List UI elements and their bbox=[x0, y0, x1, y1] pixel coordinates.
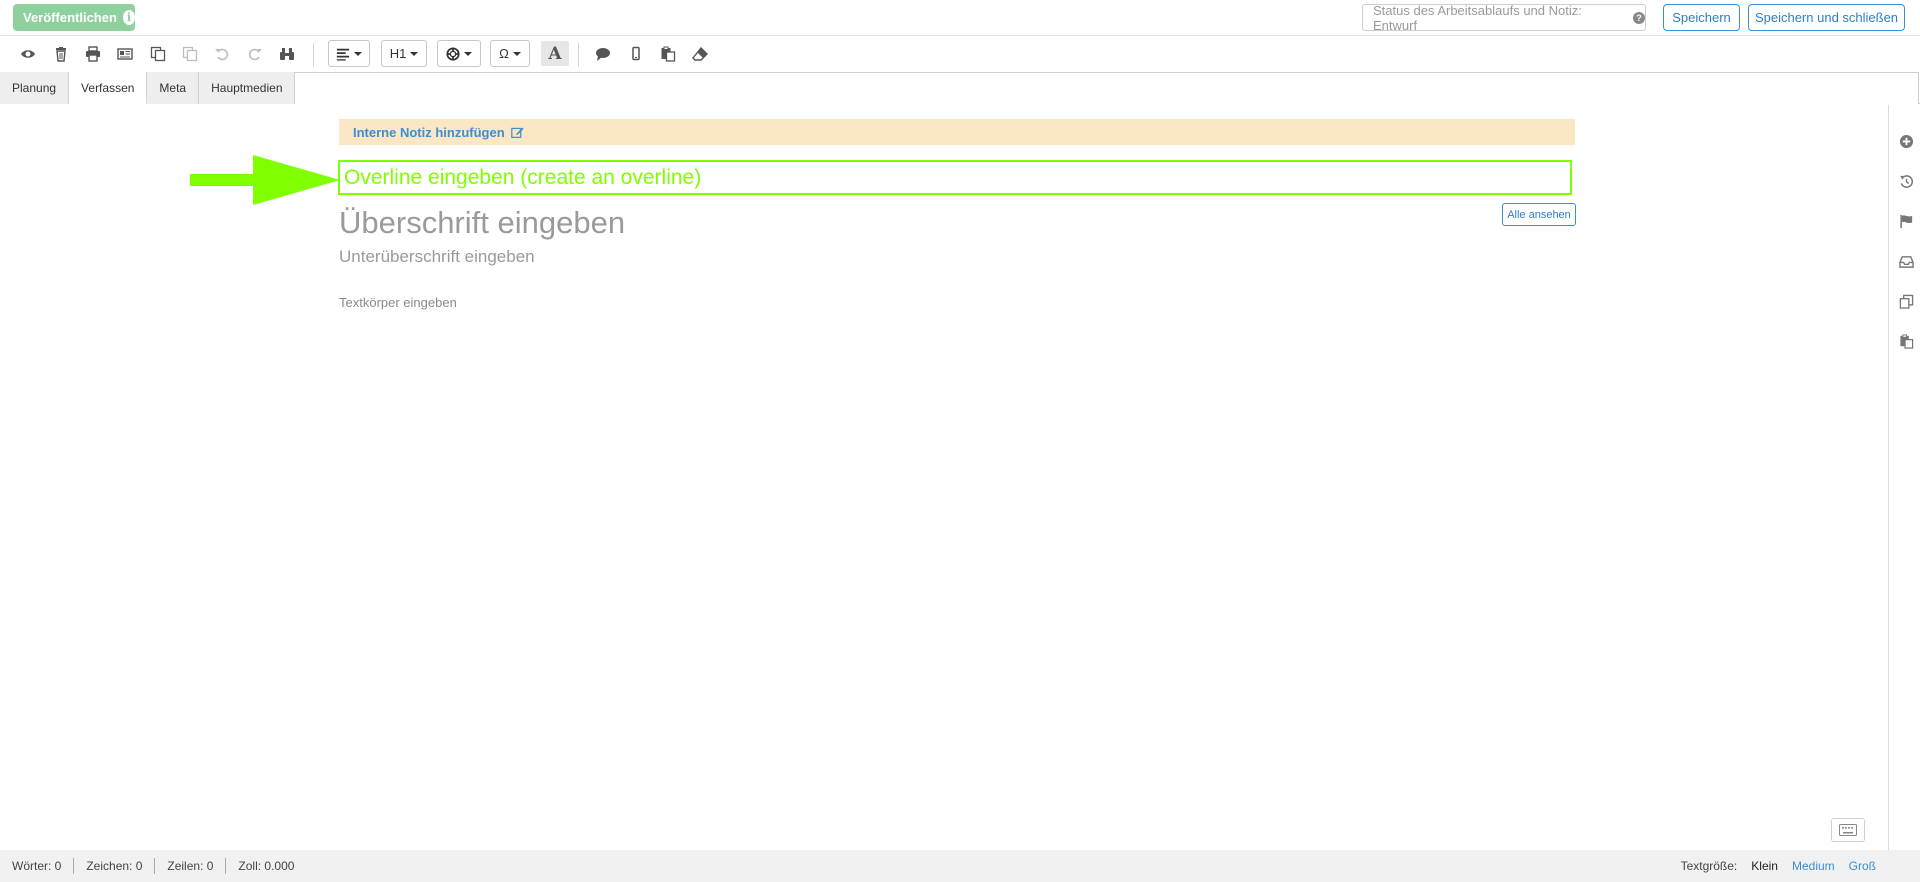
overline-input[interactable]: Overline eingeben (create an overline) bbox=[338, 160, 1572, 195]
heading-dropdown[interactable]: H1 bbox=[381, 40, 427, 67]
tab-compose[interactable]: Verfassen bbox=[69, 72, 148, 104]
text-size-small[interactable]: Klein bbox=[1751, 859, 1778, 873]
add-icon[interactable] bbox=[1898, 133, 1914, 149]
lifebuoy-icon bbox=[446, 46, 460, 61]
comment-icon[interactable] bbox=[592, 43, 614, 65]
inbox-icon[interactable] bbox=[1898, 253, 1914, 269]
text-size-large[interactable]: Groß bbox=[1849, 859, 1876, 873]
chevron-down-icon bbox=[410, 51, 419, 56]
editor-toolbar: H1 Ω A bbox=[0, 37, 1920, 71]
chevron-down-icon bbox=[512, 51, 521, 56]
tab-main-media[interactable]: Hauptmedien bbox=[199, 72, 296, 104]
copy-icon[interactable] bbox=[147, 43, 169, 65]
tab-bar: Planung Verfassen Meta Hauptmedien bbox=[0, 72, 1920, 104]
tab-planning[interactable]: Planung bbox=[0, 72, 70, 104]
align-left-icon bbox=[336, 48, 350, 61]
headline-input[interactable]: Überschrift eingeben bbox=[339, 205, 625, 241]
copy-doc-icon[interactable] bbox=[1898, 293, 1914, 309]
chevron-down-icon bbox=[464, 51, 472, 56]
omega-icon: Ω bbox=[499, 46, 509, 61]
text-size-selector: Textgröße: Klein Medium Groß bbox=[1681, 850, 1876, 882]
font-format-button[interactable]: A bbox=[541, 41, 569, 66]
help-icon[interactable]: ? bbox=[1633, 11, 1645, 24]
right-sidebar bbox=[1888, 105, 1920, 850]
special-characters-dropdown[interactable]: Ω bbox=[490, 40, 530, 67]
add-internal-note-bar[interactable]: Interne Notiz hinzufügen bbox=[339, 119, 1575, 145]
line-count: Zeilen: 0 bbox=[155, 858, 227, 874]
paste-icon[interactable] bbox=[179, 43, 201, 65]
workflow-status-label: Status des Arbeitsablaufs und Notiz: Ent… bbox=[1373, 2, 1582, 33]
workflow-status-field[interactable]: Status des Arbeitsablaufs und Notiz: Ent… bbox=[1362, 2, 1646, 33]
publish-button[interactable]: Veröffentlichen i bbox=[13, 4, 135, 31]
keyboard-icon bbox=[1839, 824, 1857, 836]
status-bar: Wörter: 0 Zeichen: 0 Zeilen: 0 Zoll: 0.0… bbox=[0, 850, 1920, 882]
find-icon[interactable] bbox=[276, 43, 298, 65]
edit-icon bbox=[510, 127, 524, 138]
toolbar-divider bbox=[313, 43, 314, 67]
special-dropdown[interactable] bbox=[437, 40, 481, 67]
toolbar-divider bbox=[578, 43, 579, 67]
overline-placeholder: Overline eingeben (create an overline) bbox=[344, 165, 702, 189]
undo-icon[interactable] bbox=[211, 43, 233, 65]
word-count: Wörter: 0 bbox=[0, 858, 75, 874]
trash-icon[interactable] bbox=[50, 43, 72, 65]
flag-icon[interactable] bbox=[1898, 213, 1914, 229]
history-icon[interactable] bbox=[1898, 173, 1914, 189]
heading-dropdown-label: H1 bbox=[389, 46, 407, 61]
info-icon[interactable]: i bbox=[122, 10, 135, 25]
publish-button-label: Veröffentlichen bbox=[23, 10, 117, 25]
clipboard-icon[interactable] bbox=[657, 43, 679, 65]
mobile-icon[interactable] bbox=[625, 43, 647, 65]
print-icon[interactable] bbox=[82, 43, 104, 65]
tab-bar-filler bbox=[294, 72, 1919, 104]
redo-icon[interactable] bbox=[244, 43, 266, 65]
inch-count: Zoll: 0.000 bbox=[238, 859, 295, 873]
top-bar: Veröffentlichen i Status des Arbeitsabla… bbox=[0, 0, 1920, 36]
save-button[interactable]: Speichern bbox=[1663, 4, 1740, 31]
newspaper-icon[interactable] bbox=[114, 43, 136, 65]
eraser-icon[interactable] bbox=[689, 43, 711, 65]
tab-meta[interactable]: Meta bbox=[147, 72, 200, 104]
keyboard-shortcuts-button[interactable] bbox=[1831, 818, 1865, 842]
paste-doc-icon[interactable] bbox=[1898, 333, 1914, 349]
chevron-down-icon bbox=[354, 51, 362, 56]
text-size-label: Textgröße: bbox=[1680, 859, 1738, 873]
character-count: Zeichen: 0 bbox=[74, 858, 156, 874]
add-internal-note-label: Interne Notiz hinzufügen bbox=[353, 124, 505, 140]
text-size-medium[interactable]: Medium bbox=[1792, 859, 1835, 873]
save-and-close-button[interactable]: Speichern und schließen bbox=[1748, 4, 1905, 31]
view-all-button[interactable]: Alle ansehen bbox=[1502, 203, 1576, 226]
align-dropdown[interactable] bbox=[328, 40, 370, 67]
annotation-arrow-icon bbox=[190, 155, 340, 205]
body-text-input[interactable]: Textkörper eingeben bbox=[339, 295, 457, 310]
preview-icon[interactable] bbox=[17, 43, 39, 65]
subheadline-input[interactable]: Unterüberschrift eingeben bbox=[339, 247, 535, 267]
